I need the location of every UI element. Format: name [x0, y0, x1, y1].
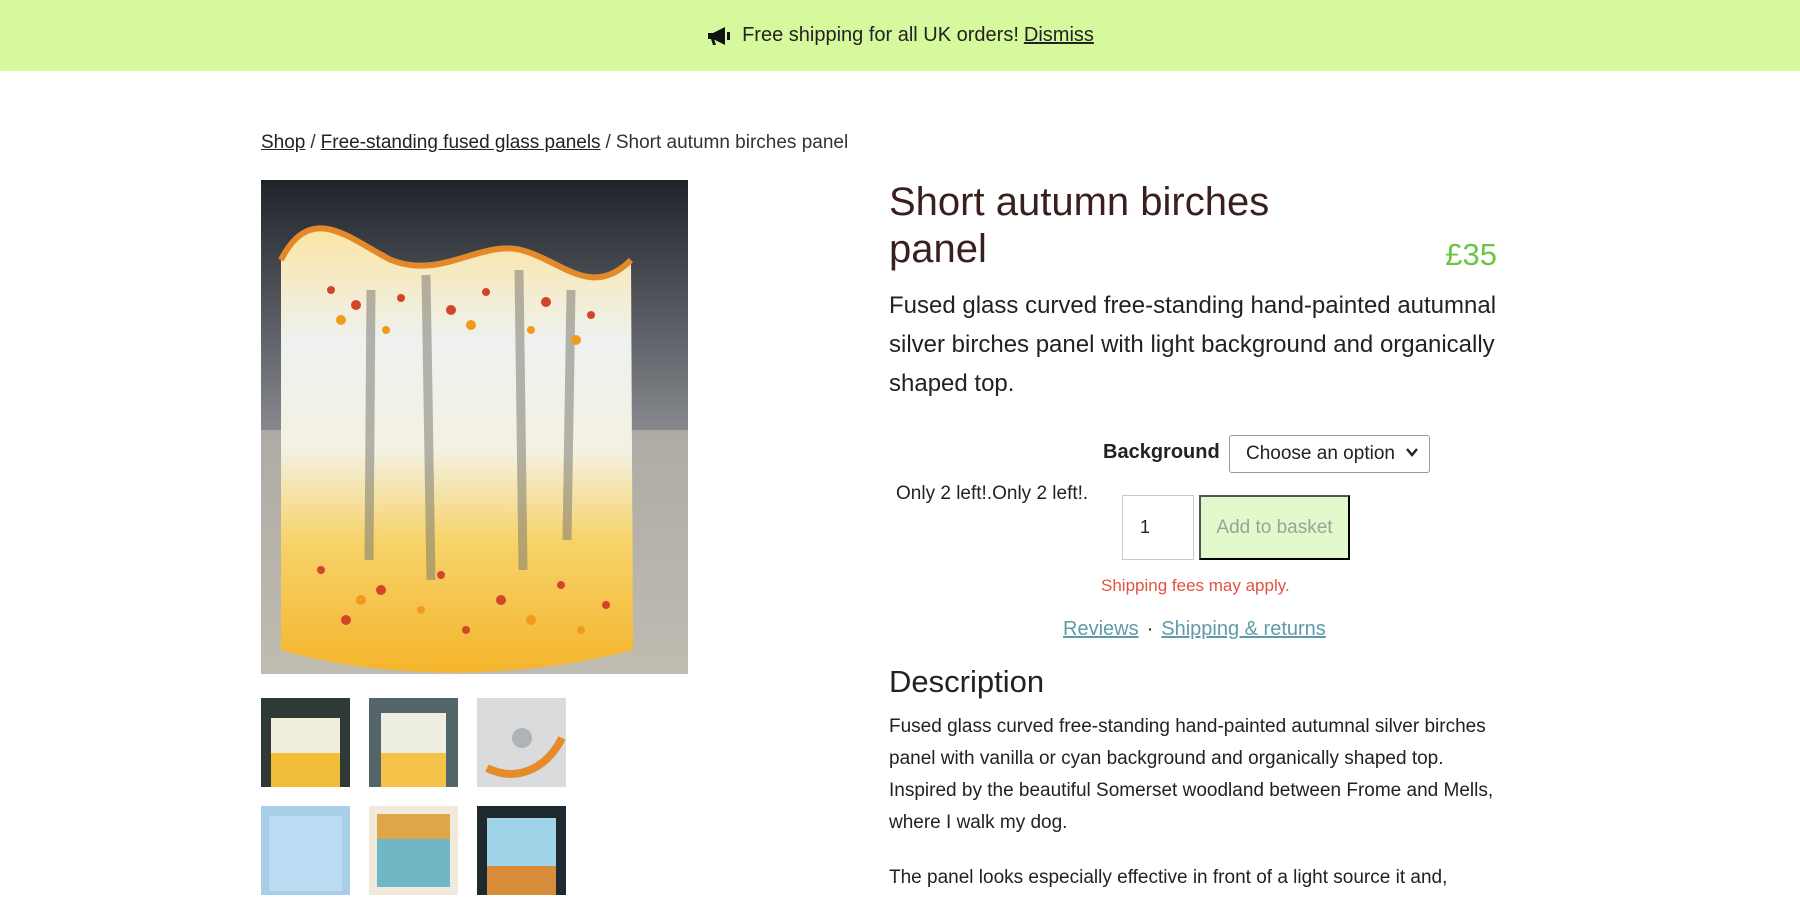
- product-short-description: Fused glass curved free-standing hand-pa…: [889, 292, 1497, 397]
- breadcrumb-separator: /: [310, 132, 316, 153]
- product-title: Short autumn birches panel: [889, 180, 1270, 271]
- description-heading: Description: [889, 664, 1045, 699]
- description-paragraph: Fused glass curved free-standing hand-pa…: [889, 716, 1494, 833]
- product-thumbnail[interactable]: [261, 698, 350, 787]
- breadcrumb: Shop / Free-standing fused glass panels / Sh…: [261, 132, 848, 154]
- shipping-fees-note: Shipping fees may apply.: [1101, 576, 1290, 595]
- background-label: Background: [1103, 441, 1220, 463]
- reviews-link[interactable]: Reviews: [1063, 618, 1139, 640]
- store-notice: Free shipping for all UK orders! Dismiss: [0, 0, 1800, 71]
- quantity-value: 1: [1140, 517, 1151, 537]
- product-thumbnail[interactable]: [477, 698, 566, 787]
- quantity-input[interactable]: 1: [1122, 495, 1194, 560]
- add-to-basket-button[interactable]: Add to basket: [1199, 495, 1350, 560]
- product-price: £35: [1445, 237, 1497, 272]
- product-links: Reviews · Shipping & returns: [1063, 618, 1326, 641]
- product-main-image[interactable]: [261, 180, 688, 674]
- breadcrumb-shop[interactable]: Shop: [261, 132, 305, 153]
- product-thumbnail[interactable]: [261, 806, 350, 895]
- breadcrumb-separator: /: [605, 132, 611, 153]
- chevron-down-icon: [1406, 448, 1418, 457]
- description-paragraph: The panel looks especially effective in …: [889, 867, 1448, 888]
- megaphone-icon: [708, 26, 731, 45]
- shipping-returns-link[interactable]: Shipping & returns: [1161, 618, 1326, 640]
- notice-text: Free shipping for all UK orders!: [742, 24, 1019, 46]
- product-thumbnail[interactable]: [369, 806, 458, 895]
- breadcrumb-category[interactable]: Free-standing fused glass panels: [321, 132, 601, 153]
- breadcrumb-current: Short autumn birches panel: [615, 132, 849, 153]
- product-thumbnail[interactable]: [369, 698, 458, 787]
- links-separator: ·: [1146, 618, 1154, 640]
- background-select[interactable]: Choose an option: [1229, 435, 1430, 473]
- stock-status: Only 2 left!.Only 2 left!.: [896, 483, 1089, 504]
- background-select-value: Choose an option: [1246, 443, 1395, 464]
- product-thumbnail[interactable]: [477, 806, 566, 895]
- dismiss-link[interactable]: Dismiss: [1024, 24, 1094, 47]
